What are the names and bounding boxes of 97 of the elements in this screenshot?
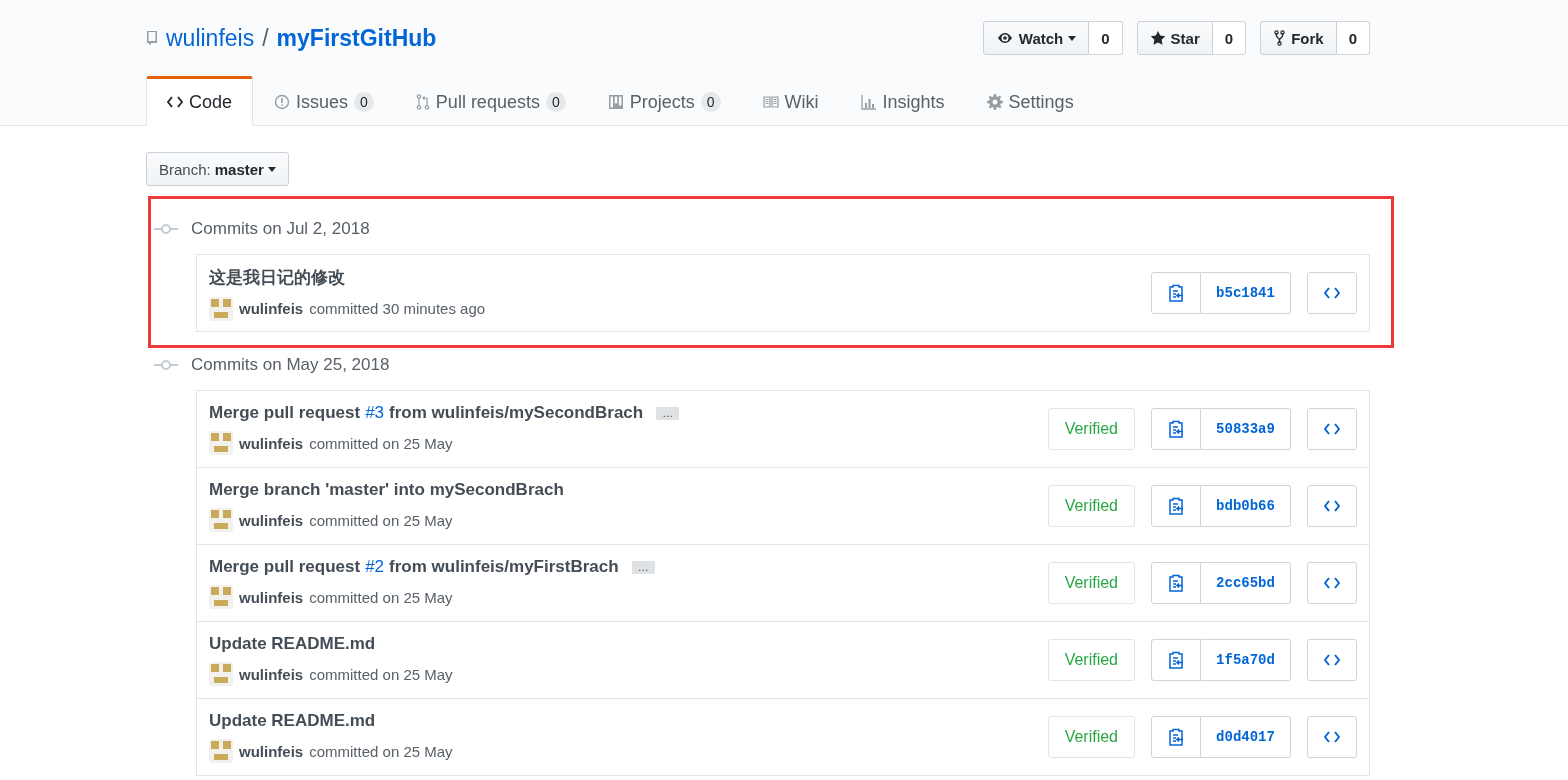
avatar-icon xyxy=(209,662,233,686)
issue-icon xyxy=(274,94,291,110)
commit-time: committed on 25 May xyxy=(309,742,453,760)
tab[interactable]: Code xyxy=(146,76,254,126)
pull-request-icon xyxy=(415,94,430,110)
avatar-icon xyxy=(209,296,233,321)
tab[interactable]: Settings xyxy=(965,76,1095,126)
author-link[interactable]: wulinfeis xyxy=(239,300,304,317)
browse-button[interactable] xyxy=(1307,272,1357,314)
avatar-icon xyxy=(209,431,233,455)
author-link[interactable]: wulinfeis xyxy=(239,434,304,452)
commit-node-icon xyxy=(154,359,178,371)
commit-message-link[interactable]: Update README.md xyxy=(209,634,376,654)
author-link[interactable]: wulinfeis xyxy=(239,511,304,529)
commit-time: committed on 25 May xyxy=(309,511,453,529)
clipboard-icon xyxy=(1168,284,1184,302)
clipboard-icon xyxy=(1168,497,1184,515)
sha-link[interactable]: bdb0b66 xyxy=(1201,485,1291,527)
avatar-icon xyxy=(209,508,233,532)
commit-message-link[interactable]: Merge pull request xyxy=(209,557,361,577)
commit-message-link[interactable]: Update README.md xyxy=(209,711,376,731)
code-icon xyxy=(1324,500,1340,512)
caret-icon xyxy=(1068,35,1077,41)
clipboard-icon xyxy=(1168,574,1184,592)
count-link[interactable]: 0 xyxy=(1089,21,1123,55)
copy-button[interactable] xyxy=(1151,562,1201,604)
commit-message-link[interactable]: from wulinfeis/myFirstBrach xyxy=(389,557,619,577)
avatar-icon xyxy=(209,739,233,763)
repo-icon xyxy=(146,30,158,46)
clipboard-icon xyxy=(1168,728,1184,746)
copy-button[interactable] xyxy=(1151,716,1201,758)
expand-button[interactable]: … xyxy=(631,560,655,574)
expand-button[interactable]: … xyxy=(656,406,680,420)
code-icon xyxy=(1324,423,1340,435)
commit-time: committed on 25 May xyxy=(309,665,453,683)
code-icon xyxy=(1324,654,1340,666)
browse-button[interactable] xyxy=(1307,639,1357,681)
sha-link[interactable]: d0d4017 xyxy=(1201,716,1291,758)
project-board-icon xyxy=(607,94,624,110)
commit-message-link[interactable]: Merge branch 'master' into mySecondBrach xyxy=(209,480,564,500)
commit-time: committed 30 minutes ago xyxy=(309,300,486,317)
count-link[interactable]: 0 xyxy=(1212,21,1247,55)
commit-message-link[interactable]: Merge pull request xyxy=(209,403,361,423)
tab[interactable]: Projects 0 xyxy=(586,76,742,126)
code-icon xyxy=(1324,577,1340,589)
tab[interactable]: Pull requests 0 xyxy=(394,76,587,126)
author-link[interactable]: wulinfeis xyxy=(239,588,304,606)
author-link[interactable]: wulinfeis xyxy=(239,742,304,760)
clipboard-icon xyxy=(1168,420,1184,438)
issue-link[interactable]: #3 xyxy=(365,403,385,423)
issue-link[interactable]: #2 xyxy=(365,557,385,577)
counter: 0 xyxy=(700,92,721,112)
code-icon xyxy=(167,96,183,108)
fork-icon xyxy=(1273,30,1287,46)
commit-node-icon xyxy=(154,223,178,235)
graph-icon xyxy=(860,94,877,110)
code-icon xyxy=(1324,731,1340,743)
commit-time: committed on 25 May xyxy=(309,434,453,452)
counter: 0 xyxy=(354,92,374,112)
copy-button[interactable] xyxy=(1151,272,1201,314)
repo-name-link[interactable]: myFirstGitHub xyxy=(276,24,437,52)
counter: 0 xyxy=(545,92,566,112)
clipboard-icon xyxy=(1168,651,1184,669)
eye-icon xyxy=(995,30,1014,46)
browse-button[interactable] xyxy=(1307,485,1357,527)
commit-message-link[interactable]: from wulinfeis/mySecondBrach xyxy=(389,403,644,423)
fork-button[interactable]: Fork xyxy=(1260,21,1337,55)
path-separator: / xyxy=(262,24,269,52)
copy-button[interactable] xyxy=(1151,639,1201,681)
browse-button[interactable] xyxy=(1307,716,1357,758)
commit-time: committed on 25 May xyxy=(309,588,453,606)
book-icon xyxy=(762,96,779,108)
star-button[interactable]: Star xyxy=(1136,21,1213,55)
watch-button[interactable]: Watch xyxy=(982,21,1090,55)
branch-select[interactable]: Branch: master xyxy=(146,152,289,186)
tab[interactable]: Insights xyxy=(839,76,966,126)
browse-button[interactable] xyxy=(1307,562,1357,604)
sha-link[interactable]: 1f5a70d xyxy=(1201,639,1291,681)
commit-message-link[interactable]: 这是我日记的修改 xyxy=(209,265,345,289)
browse-button[interactable] xyxy=(1307,408,1357,450)
copy-button[interactable] xyxy=(1151,485,1201,527)
sha-link[interactable]: b5c1841 xyxy=(1201,272,1291,314)
code-icon xyxy=(1324,287,1340,299)
tab[interactable]: Wiki xyxy=(741,76,840,126)
author-link[interactable]: wulinfeis xyxy=(239,665,304,683)
tab[interactable]: Issues 0 xyxy=(253,76,395,126)
group-heading: Commits on May 25, 2018 xyxy=(191,355,390,375)
group-heading: Commits on Jul 2, 2018 xyxy=(191,219,370,239)
copy-button[interactable] xyxy=(1151,408,1201,450)
sha-link[interactable]: 50833a9 xyxy=(1201,408,1291,450)
avatar-icon xyxy=(209,585,233,609)
owner-link[interactable]: wulinfeis xyxy=(166,24,255,52)
sha-link[interactable]: 2cc65bd xyxy=(1201,562,1291,604)
caret-icon xyxy=(267,166,276,172)
count-link[interactable]: 0 xyxy=(1336,21,1370,55)
star-icon xyxy=(1149,30,1166,46)
settings-icon xyxy=(986,94,1003,110)
